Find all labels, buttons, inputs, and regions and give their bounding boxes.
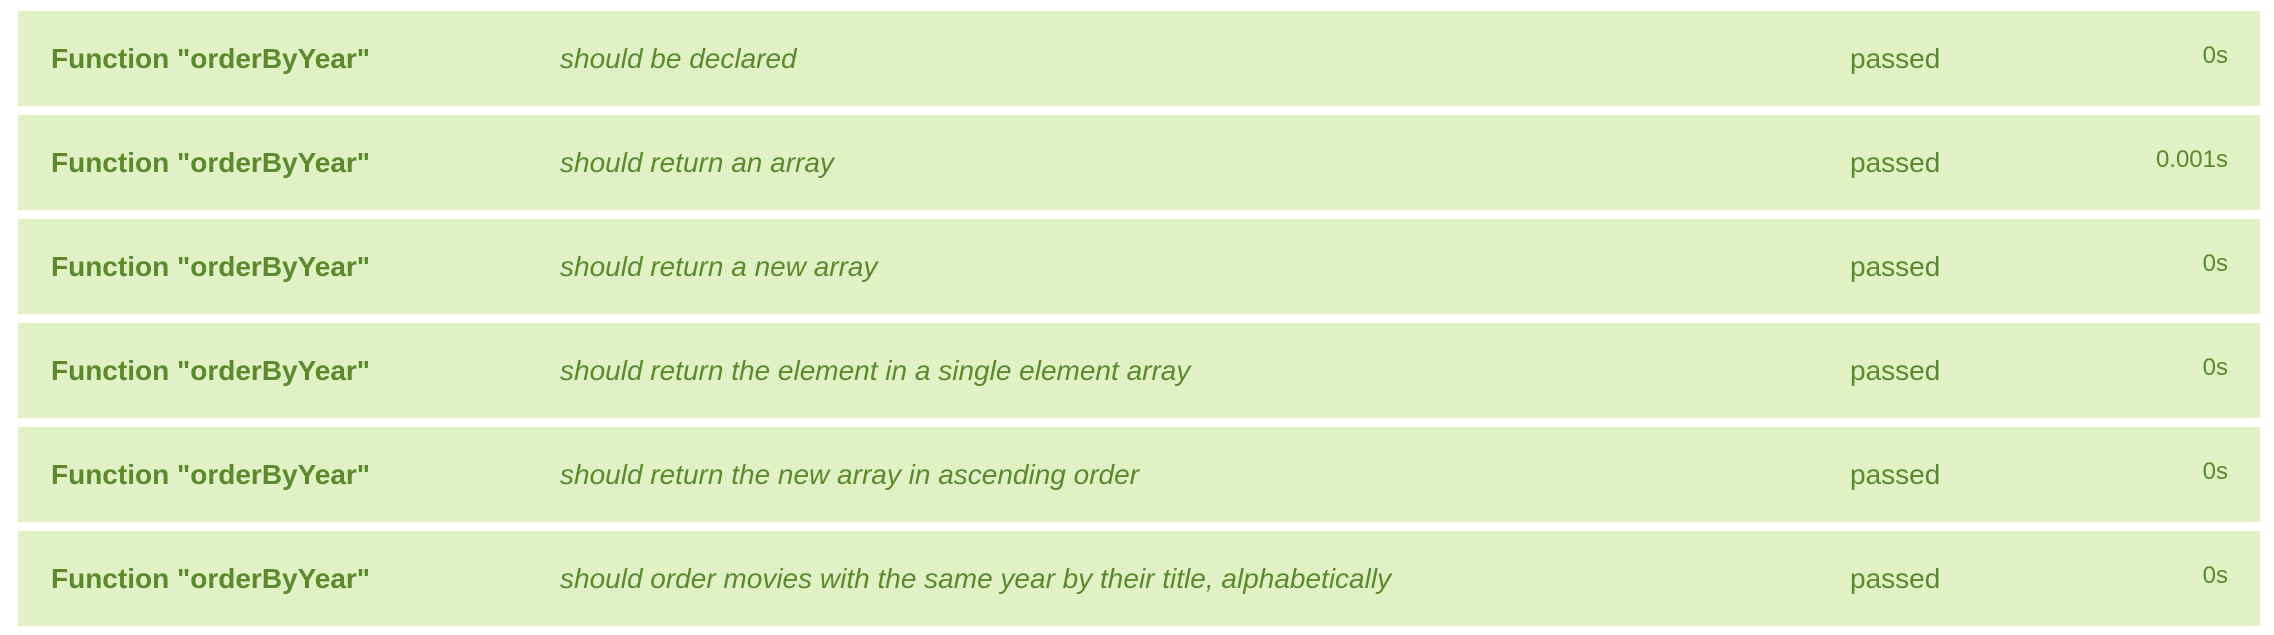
test-result-row: Function "orderByYear" should return the… (18, 427, 2260, 522)
test-suite-name: Function "orderByYear" (51, 458, 371, 490)
test-title: should return the new array in ascending… (560, 458, 1140, 490)
test-title: should return a new array (560, 250, 878, 282)
test-suite-name: Function "orderByYear" (51, 42, 371, 74)
test-title: should return the element in a single el… (560, 354, 1191, 386)
test-title: should be declared (560, 42, 797, 74)
test-suite-name: Function "orderByYear" (51, 146, 371, 178)
test-result-row: Function "orderByYear" should return an … (18, 115, 2260, 210)
test-suite-name: Function "orderByYear" (51, 354, 371, 386)
test-duration: 0s (2202, 561, 2228, 589)
test-result-row: Function "orderByYear" should order movi… (18, 531, 2260, 626)
test-duration: 0s (2202, 249, 2228, 277)
test-duration: 0s (2202, 353, 2228, 381)
test-status: passed (1850, 562, 1941, 594)
test-result-row: Function "orderByYear" should return a n… (18, 219, 2260, 314)
test-status: passed (1850, 354, 1941, 386)
test-duration: 0s (2202, 41, 2228, 69)
test-status: passed (1850, 42, 1941, 74)
test-duration: 0s (2202, 457, 2228, 485)
test-status: passed (1850, 146, 1941, 178)
test-result-row: Function "orderByYear" should be declare… (18, 11, 2260, 106)
test-status: passed (1850, 250, 1941, 282)
test-duration: 0.001s (2155, 145, 2228, 173)
test-title: should return an array (560, 146, 834, 178)
test-result-row: Function "orderByYear" should return the… (18, 323, 2260, 418)
test-results-list: Function "orderByYear" should be declare… (18, 0, 2260, 635)
test-suite-name: Function "orderByYear" (51, 562, 371, 594)
test-status: passed (1850, 458, 1941, 490)
test-title: should order movies with the same year b… (560, 562, 1392, 594)
test-suite-name: Function "orderByYear" (51, 250, 371, 282)
